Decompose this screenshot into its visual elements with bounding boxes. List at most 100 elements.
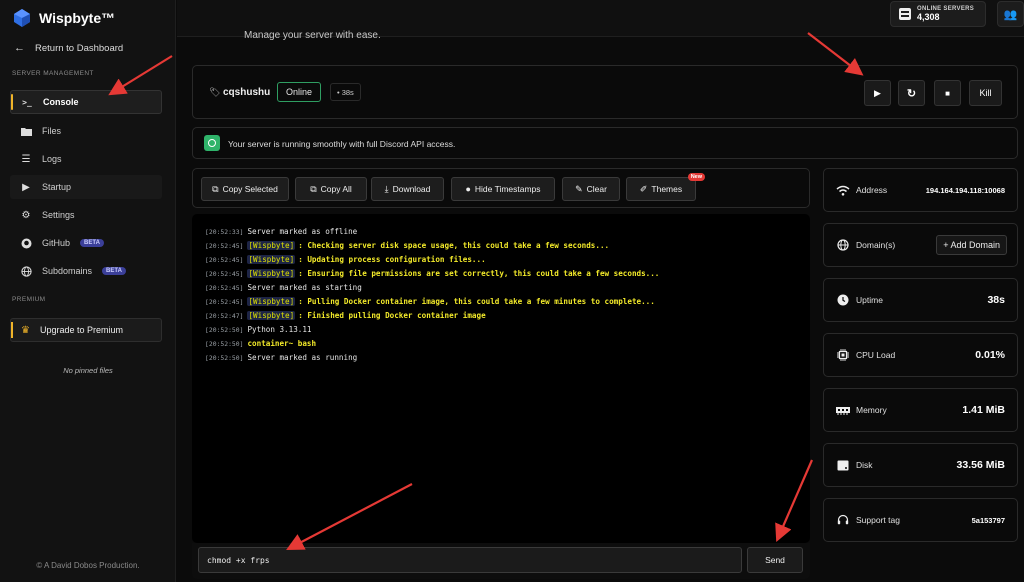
brand-name: Wispbyte™	[39, 10, 116, 26]
copy-all-button[interactable]: ⧉ Copy All	[295, 177, 367, 201]
sidebar-item-files[interactable]: Files	[10, 119, 162, 143]
terminal-icon: >_	[22, 97, 32, 107]
return-to-dashboard-label: Return to Dashboard	[35, 42, 124, 54]
domains-label: Domain(s)	[856, 240, 896, 250]
console-text: Server marked as running	[247, 353, 358, 362]
download-icon: ⤓	[384, 183, 389, 194]
sidebar-item-label: GitHub	[42, 238, 71, 248]
cpu-icon	[836, 348, 850, 362]
download-label: Download	[392, 184, 431, 194]
start-button[interactable]: ▶	[864, 80, 891, 106]
notice-text: Your server is running smoothly with ful…	[228, 139, 456, 149]
upgrade-to-premium-button[interactable]: ♛ Upgrade to Premium	[10, 318, 162, 342]
sidebar-item-label: Logs	[42, 154, 62, 164]
console-timestamp: [20:52:50]	[205, 354, 244, 362]
console-text: : Ensuring file permissions are set corr…	[298, 269, 660, 278]
new-badge: New	[687, 173, 705, 181]
brand[interactable]: Wispbyte™	[12, 6, 115, 30]
hide-timestamps-button[interactable]: ● Hide Timestamps	[451, 177, 555, 201]
status-badge: Online	[277, 82, 322, 102]
memory-label: Memory	[856, 405, 887, 415]
play-icon: ▶	[874, 87, 881, 98]
app-root: Wispbyte™ ← Return to Dashboard SERVER M…	[0, 0, 1024, 582]
send-button[interactable]: Send	[747, 547, 803, 573]
sidebar-item-console[interactable]: >_ Console	[10, 90, 162, 114]
copy-selected-button[interactable]: ⧉ Copy Selected	[201, 177, 289, 201]
return-to-dashboard-link[interactable]: ← Return to Dashboard	[14, 42, 123, 54]
sidebar-item-startup[interactable]: ▶ Startup	[10, 175, 162, 199]
console-tag: [Wispbyte]	[247, 255, 296, 264]
console-timestamp: [20:52:47]	[205, 312, 244, 320]
clock-icon	[836, 293, 850, 307]
cpu-label: CPU Load	[856, 350, 896, 360]
list-icon: ☰	[21, 153, 31, 165]
console-line: [20:52:50] Python 3.13.11	[205, 323, 797, 337]
sidebar-item-logs[interactable]: ☰ Logs	[10, 147, 162, 171]
console-line: [20:52:47] [Wispbyte]: Finished pulling D…	[205, 309, 797, 323]
stop-icon: ■	[945, 88, 950, 98]
console-tag: [Wispbyte]	[247, 241, 296, 250]
address-value: 194.164.194.118:10068	[925, 186, 1005, 195]
console-timestamp: [20:52:50]	[205, 340, 244, 348]
sidebar-item-github[interactable]: GitHub BETA	[10, 231, 162, 255]
address-label: Address	[856, 185, 888, 195]
tag-icon: 🏷	[209, 87, 221, 97]
copy-icon: ⧉	[212, 183, 219, 194]
console-line: [20:52:45] [Wispbyte]: Pulling Docker con…	[205, 295, 797, 309]
kill-button[interactable]: Kill	[969, 80, 1002, 106]
beta-badge: BETA	[102, 267, 126, 275]
console-text: : Finished pulling Docker container imag…	[298, 311, 486, 320]
console-text: Server marked as offline	[247, 227, 358, 236]
status-notice: Your server is running smoothly with ful…	[192, 127, 1018, 159]
themes-button[interactable]: ✐ Themes New	[626, 173, 705, 201]
console-text: : Pulling Docker container image, this c…	[298, 297, 655, 306]
upgrade-to-premium-label: Upgrade to Premium	[39, 325, 124, 335]
section-label-premium: PREMIUM	[12, 296, 46, 303]
stop-button[interactable]: ■	[934, 80, 961, 106]
restart-icon: ↻	[906, 87, 917, 100]
console-text: Python 3.13.11	[247, 325, 312, 334]
console-text: Server marked as starting	[247, 283, 362, 292]
restart-button[interactable]: ↻	[898, 80, 925, 106]
command-input[interactable]	[198, 547, 742, 573]
gear-icon: ⚙	[21, 209, 31, 221]
users-button[interactable]: 👥	[997, 1, 1024, 27]
themes-label: Themes	[651, 184, 683, 194]
console-timestamp: [20:52:45]	[205, 284, 244, 292]
add-domain-button[interactable]: + Add Domain	[936, 235, 1007, 255]
github-icon	[20, 238, 32, 249]
arrow-left-icon: ←	[14, 42, 25, 54]
crown-icon: ♛	[21, 324, 30, 336]
console-timestamp: [20:52:45]	[205, 256, 244, 264]
copy-selected-label: Copy Selected	[222, 184, 278, 194]
uptime-label: Uptime	[856, 295, 883, 305]
online-servers-count: 4,308	[917, 12, 940, 22]
support-tag-label: Support tag	[856, 515, 900, 525]
console-line: [20:52:45] [Wispbyte]: Checking server di…	[205, 239, 797, 253]
console-line: [20:52:33] Server marked as offline	[205, 225, 797, 239]
sidebar-item-subdomains[interactable]: Subdomains BETA	[10, 259, 162, 283]
sidebar-item-settings[interactable]: ⚙ Settings	[10, 203, 162, 227]
no-pinned-files-text: No pinned files	[63, 366, 113, 375]
console-text: : Checking server disk space usage, this…	[298, 241, 610, 250]
stat-cpu: CPU Load 0.01%	[823, 333, 1018, 377]
console-tag: [Wispbyte]	[247, 297, 296, 306]
console-text: container~ bash	[247, 339, 317, 348]
sidebar-item-label: Settings	[42, 210, 75, 220]
console-line: [20:52:45] [Wispbyte]: Ensuring file perm…	[205, 267, 797, 281]
stat-memory: Memory 1.41 MiB	[823, 388, 1018, 432]
console-line: [20:52:50] Server marked as running	[205, 351, 797, 365]
clear-label: Clear	[586, 184, 607, 194]
cpu-value: 0.01%	[975, 349, 1005, 361]
disk-icon	[836, 458, 850, 472]
beta-badge: BETA	[80, 239, 104, 247]
support-tag-value: 5a153797	[971, 516, 1005, 525]
disk-value: 33.56 MiB	[956, 459, 1005, 471]
console-line: [20:52:45] [Wispbyte]: Updating process c…	[205, 253, 797, 267]
console-timestamp: [20:52:45]	[205, 242, 244, 250]
download-button[interactable]: ⤓ Download	[371, 177, 444, 201]
sidebar-item-label: Files	[42, 126, 62, 136]
wispbyte-logo-icon	[14, 9, 30, 27]
console-output[interactable]: [20:52:33] Server marked as offline [20:52…	[192, 214, 810, 543]
clear-button[interactable]: ✎ Clear	[562, 177, 620, 201]
